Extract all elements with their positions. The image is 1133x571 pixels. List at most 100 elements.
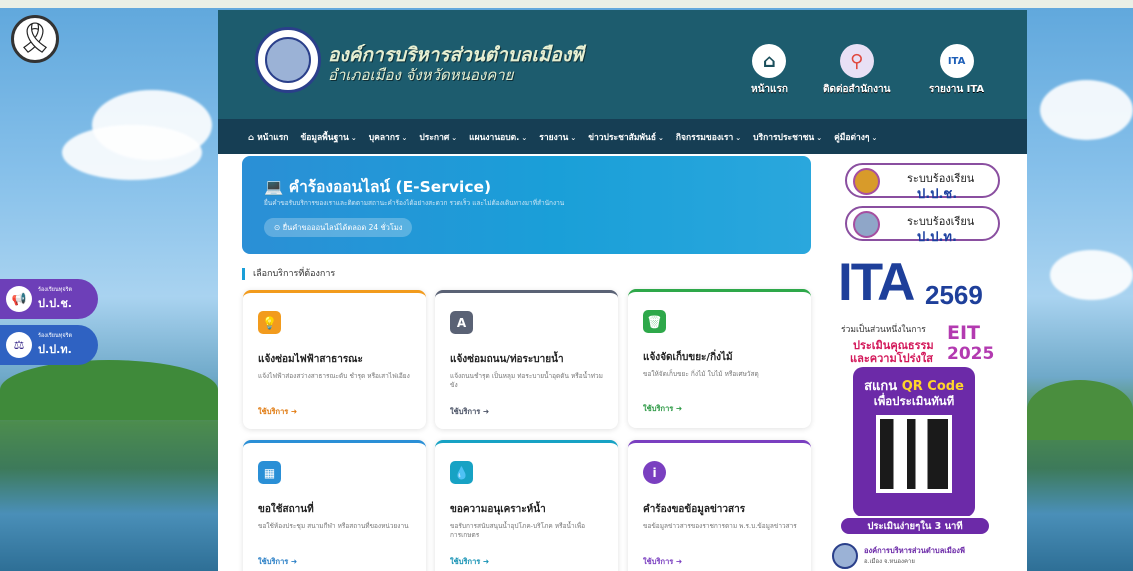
service-card-garbage[interactable]: 🗑 แจ้งจัดเก็บขยะ/กิ่งไม้ ขอให้จัดเก็บขยะ… [628,289,811,428]
nav-plans[interactable]: แผนงานอบต. ⌄ [469,130,527,144]
nacc-emblem [853,168,880,195]
service-card-venue[interactable]: ▦ ขอใช้สถานที่ ขอใช้ห้องประชุม สนามกีฬา … [243,440,426,571]
nav-home[interactable]: ⌂ หน้าแรก [248,130,288,144]
chevron-down-icon: ⌄ [521,133,528,142]
building-icon: ▦ [258,461,281,484]
card-link[interactable]: ใช้บริการ ➜ [450,556,489,568]
qr-title-pre: สแกน [864,379,902,394]
card-description: แจ้งถนนชำรุด เป็นหลุม ท่อระบายน้ำอุดตัน … [450,372,603,390]
mourning-ribbon-icon[interactable]: 🎗 [11,15,59,63]
header-button-label: รายงาน ITA [929,84,985,95]
eservice-title-text: คำร้องออนไลน์ (E-Service) [288,178,492,196]
info-icon: i [643,461,666,484]
home-icon: ⌂ [752,44,787,78]
section-title: เลือกบริการที่ต้องการ [242,268,335,280]
chevron-down-icon: ⌄ [401,133,408,142]
card-link[interactable]: ใช้บริการ ➜ [643,556,682,568]
chevron-down-icon: ⌄ [658,133,664,142]
nav-label: รายงาน [539,132,569,143]
cloud [62,125,202,180]
qr-subtitle: เพื่อประเมินทันที [873,394,955,408]
nav-reports[interactable]: รายงาน ⌄ [539,130,576,144]
card-description: ขอใช้ห้องประชุม สนามกีฬา หรือสถานที่ของห… [258,522,409,530]
site-logo[interactable] [255,27,321,93]
banner-line2: ป.ป.ท. [917,230,957,245]
nav-basic-info[interactable]: ข้อมูลพื้นฐาน ⌄ [300,130,356,144]
nav-label: บุคลากร [368,132,400,143]
eservice-description: ยื่นคำขอรับบริการของเราและติดตามสถานะคำร… [264,199,565,207]
tree-line [1027,380,1133,440]
qr-duration-badge: ประเมินง่ายๆใน 3 นาที [839,516,991,536]
clock-icon: ⊙ [274,223,281,232]
nav-label: คู่มือต่างๆ [834,132,870,143]
card-title: ขอความอนุเคราะห์น้ำ [450,504,546,515]
site-subtitle: อำเภอเมือง จังหวัดหนองคาย [328,66,514,84]
header-button-label: ติดต่อสำนักงาน [823,84,891,95]
card-description: ขอข้อมูลข่าวสารของราชการตาม พ.ร.บ.ข้อมูล… [643,522,797,530]
card-title: แจ้งซ่อมถนน/ท่อระบายน้ำ [450,354,564,365]
nav-activities[interactable]: กิจกรรมของเรา ⌄ [676,130,741,144]
ita-icon: ITA [939,44,974,78]
nav-news[interactable]: ข่าวประชาสัมพันธ์ ⌄ [588,130,664,144]
complaint-nacc-banner[interactable]: ระบบร้องเรียน ป.ป.ช. [845,163,1000,202]
service-card-water[interactable]: 💧 ขอความอนุเคราะห์น้ำ ขอรับการสนับสนุนน้… [435,440,618,571]
card-description: ขอให้จัดเก็บขยะ กิ่งไม้ ใบไม้ หรือเศษวัส… [643,370,759,378]
chevron-down-icon: ⌄ [350,133,357,142]
nav-label: ประกาศ [419,132,450,143]
ita-logo: ITA [838,253,915,312]
eservice-hours-text: ยื่นคำขอออนไลน์ได้ตลอด 24 ชั่วโมง [282,222,403,232]
card-link[interactable]: ใช้บริการ ➜ [258,406,297,418]
gavel-icon: ⚖ [6,332,32,358]
trash-icon: 🗑 [643,310,666,333]
complaint-tab-big: ป.ป.ท. [38,343,72,356]
nav-label: แผนงานอบต. [469,132,520,143]
pacc-emblem [853,211,880,238]
complaint-tab-pacc[interactable]: ⚖ ร้องเรียนทุจริต ป.ป.ท. [0,325,98,365]
ita-eit-year: 2025 [947,344,995,364]
card-description: ขอรับการสนับสนุนน้ำอุปโภค-บริโภค หรือน้ำ… [450,522,586,540]
ita-year: 2569 [925,280,983,310]
card-link[interactable]: ใช้บริการ ➜ [643,403,682,415]
card-description: แจ้งไฟฟ้าส่องสว่างสาธารณะดับ ชำรุด หรือเ… [258,372,410,380]
nav-label: ข้อมูลพื้นฐาน [300,132,349,143]
eservice-banner: 💻 คำร้องออนไลน์ (E-Service) ยื่นคำขอรับบ… [242,156,811,254]
chevron-down-icon: ⌄ [816,133,823,142]
location-pin-icon: ⚲ [839,44,874,78]
header-home-button[interactable]: ⌂ หน้าแรก [751,44,788,97]
nav-label: หน้าแรก [257,132,289,143]
card-link[interactable]: ใช้บริการ ➜ [258,556,297,568]
complaint-pacc-banner[interactable]: ระบบร้องเรียน ป.ป.ท. [845,206,1000,245]
complaint-tab-nacc[interactable]: 📢 ร้องเรียนทุจริต ป.ป.ช. [0,279,98,319]
nav-label: กิจกรรมของเรา [675,132,734,143]
org-location: อ.เมือง จ.หนองคาย [864,558,915,565]
org-banner[interactable]: องค์การบริหารส่วนตำบลเมืองพี อ.เมือง จ.ห… [829,541,1005,571]
site-header: องค์การบริหารส่วนตำบลเมืองพี อำเภอเมือง … [218,10,1027,119]
card-title: คำร้องขอข้อมูลข่าวสาร [643,504,746,515]
card-link[interactable]: ใช้บริการ ➜ [450,406,489,418]
nav-personnel[interactable]: บุคลากร ⌄ [369,130,408,144]
complaint-tab-label: ร้องเรียนทุจริต ป.ป.ท. [38,332,72,358]
service-card-info-request[interactable]: i คำร้องขอข้อมูลข่าวสาร ขอข้อมูลข่าวสารข… [628,440,811,571]
laptop-icon: 💻 [264,178,284,196]
card-title: แจ้งจัดเก็บขยะ/กิ่งไม้ [643,352,733,363]
eservice-hours-badge: ⊙ ยื่นคำขอออนไลน์ได้ตลอด 24 ชั่วโมง [264,218,413,237]
main-nav: ⌂ หน้าแรก ข้อมูลพื้นฐาน ⌄ บุคลากร ⌄ ประกาศ… [218,119,1027,154]
header-button-label: หน้าแรก [751,84,788,95]
road-icon: A [450,311,473,334]
service-card-road[interactable]: A แจ้งซ่อมถนน/ท่อระบายน้ำ แจ้งถนนชำรุด เ… [435,290,618,429]
service-card-streetlight[interactable]: 💡 แจ้งซ่อมไฟฟ้าสาธารณะ แจ้งไฟฟ้าส่องสว่า… [243,290,426,429]
eservice-title: 💻 คำร้องออนไลน์ (E-Service) [264,174,491,199]
card-title: แจ้งซ่อมไฟฟ้าสาธารณะ [258,354,363,365]
nav-label: บริการประชาชน [753,132,815,143]
nav-announcements[interactable]: ประกาศ ⌄ [419,130,457,144]
header-contact-button[interactable]: ⚲ ติดต่อสำนักงาน [823,44,890,97]
qr-code[interactable] [876,415,952,493]
nav-services[interactable]: บริการประชาชน ⌄ [753,130,822,144]
water-drop-icon: 💧 [450,461,473,484]
chevron-down-icon: ⌄ [735,133,742,142]
nav-manuals[interactable]: คู่มือต่างๆ ⌄ [834,130,877,144]
tree-line [0,360,218,420]
header-ita-button[interactable]: ITA รายงาน ITA [929,44,984,97]
ita-banner[interactable]: ITA 2569 ร่วมเป็นส่วนหนึ่งในการ EIT ประเ… [829,252,1005,540]
complaint-tab-big: ป.ป.ช. [38,297,72,310]
